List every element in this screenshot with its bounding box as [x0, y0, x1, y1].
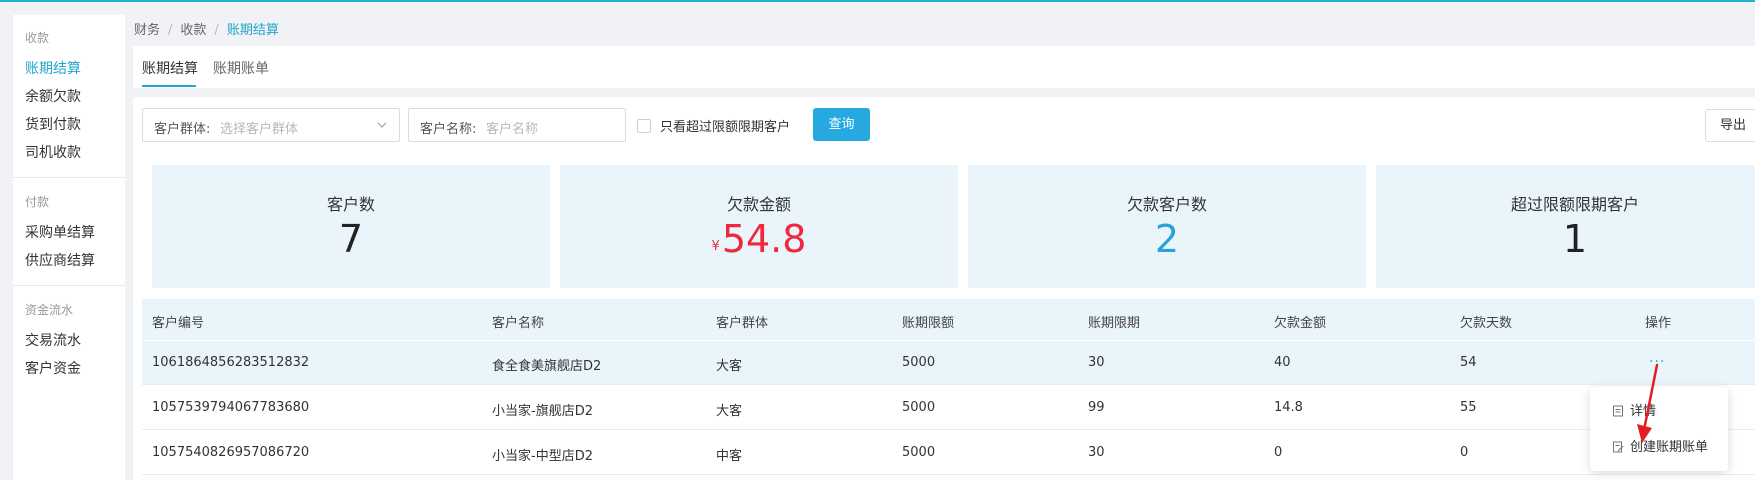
stat-label: 客户数 [326, 195, 375, 214]
col-credit-limit: 账期限额 [902, 316, 955, 331]
sidebar-divider [13, 285, 125, 286]
col-customer-id: 客户编号 [152, 316, 205, 331]
table-row[interactable]: 1061864856283512832 食全食美旗舰店D2 大客 5000 30… [142, 341, 1755, 385]
stat-label: 欠款金额 [726, 195, 791, 214]
stat-value-debt: ¥54.8 [560, 217, 958, 261]
cell-customer-group: 大客 [716, 404, 743, 419]
top-accent-line [0, 0, 1755, 2]
breadcrumb-finance[interactable]: 财务 [134, 23, 160, 38]
only-over-limit-checkbox[interactable] [637, 119, 651, 133]
cell-customer-name: 小当家-中型店D2 [492, 449, 593, 464]
cell-credit-period: 30 [1088, 445, 1105, 460]
document-icon [1613, 405, 1623, 417]
customer-name-input[interactable]: 客户名称: 客户名称 [408, 108, 626, 142]
customer-name-placeholder: 客户名称 [486, 122, 539, 137]
sidebar-group-title-receive: 收款 [25, 31, 50, 45]
sidebar-item-supplier-settlement[interactable]: 供应商结算 [25, 250, 95, 270]
cell-debt-amount: 14.8 [1274, 400, 1303, 415]
cell-debt-days: 0 [1460, 445, 1469, 460]
col-credit-period: 账期限期 [1088, 316, 1141, 331]
cell-debt-days: 54 [1460, 355, 1477, 370]
cell-credit-period: 99 [1088, 400, 1105, 415]
edit-document-icon [1613, 441, 1624, 453]
cell-debt-days: 55 [1460, 400, 1477, 415]
sidebar-group-title-cashflow: 资金流水 [25, 303, 74, 317]
sidebar-item-driver-collection[interactable]: 司机收款 [25, 142, 81, 162]
cell-debt-amount: 0 [1274, 445, 1283, 460]
cell-credit-limit: 5000 [902, 445, 936, 460]
sidebar-item-purchase-settlement[interactable]: 采购单结算 [25, 222, 95, 242]
cell-customer-group: 大客 [716, 359, 743, 374]
tab-bar: 账期结算 账期账单 [133, 46, 1755, 88]
stat-value: 2 [1154, 217, 1180, 261]
stat-value: 7 [338, 217, 364, 261]
breadcrumb-separator: / [214, 23, 219, 38]
sidebar-item-balance-debt[interactable]: 余额欠款 [25, 86, 81, 106]
only-over-limit-label[interactable]: 只看超过限额限期客户 [660, 116, 790, 135]
tab-period-bills[interactable]: 账期账单 [213, 58, 269, 78]
col-customer-group: 客户群体 [716, 316, 769, 331]
cell-customer-id: 1057539794067783680 [152, 400, 310, 415]
table-row[interactable]: 1057539794067783680 小当家-旗舰店D2 大客 5000 99… [142, 386, 1755, 430]
cell-customer-name: 小当家-旗舰店D2 [492, 404, 593, 419]
tab-period-settlement[interactable]: 账期结算 [142, 58, 198, 78]
sidebar-item-period-settlement[interactable]: 账期结算 [25, 58, 81, 78]
col-debt-amount: 欠款金额 [1274, 316, 1327, 331]
red-arrow-annotation-icon [1637, 363, 1659, 443]
stat-card-over-limit: 超过限额限期客户 1 [1376, 165, 1755, 288]
active-tab-indicator [142, 85, 196, 87]
col-debt-days: 欠款天数 [1460, 316, 1513, 331]
breadcrumb-receive[interactable]: 收款 [180, 23, 206, 38]
col-customer-name: 客户名称 [492, 316, 545, 331]
breadcrumb: 财务 / 收款 / 账期结算 [134, 19, 279, 38]
customer-group-placeholder: 选择客户群体 [220, 122, 299, 137]
export-button[interactable]: 导出 [1705, 109, 1755, 142]
sidebar-item-cash-on-delivery[interactable]: 货到付款 [25, 114, 81, 134]
sidebar-item-customer-funds[interactable]: 客户资金 [25, 358, 81, 378]
cell-debt-amount: 40 [1274, 355, 1291, 370]
stat-label: 超过限额限期客户 [1510, 195, 1639, 214]
cell-customer-id: 1061864856283512832 [152, 355, 310, 370]
cell-credit-limit: 5000 [902, 355, 936, 370]
cell-credit-limit: 5000 [902, 400, 936, 415]
cell-customer-id: 1057540826957086720 [152, 445, 310, 460]
currency-symbol: ¥ [711, 239, 720, 254]
cell-customer-name: 食全食美旗舰店D2 [492, 359, 602, 374]
stat-value: 1 [1562, 217, 1588, 261]
sidebar-item-transactions[interactable]: 交易流水 [25, 330, 81, 350]
query-button[interactable]: 查询 [813, 108, 870, 141]
customer-group-select[interactable]: 客户群体: 选择客户群体 [142, 108, 400, 142]
stat-card-customers: 客户数 7 [152, 165, 550, 288]
sidebar-group-title-pay: 付款 [25, 195, 50, 209]
cell-credit-period: 30 [1088, 355, 1105, 370]
sidebar: 收款 账期结算 余额欠款 货到付款 司机收款 付款 采购单结算 供应商结算 资金… [13, 15, 125, 480]
customer-name-label: 客户名称: [420, 122, 477, 137]
stat-card-debt-amount: 欠款金额 ¥54.8 [560, 165, 958, 288]
customer-group-label: 客户群体: [154, 122, 211, 137]
col-actions: 操作 [1645, 316, 1672, 331]
table-header: 客户编号 客户名称 客户群体 账期限额 账期限期 欠款金额 欠款天数 操作 [142, 299, 1755, 340]
stat-value: 54.8 [721, 217, 807, 261]
stat-card-debt-customers: 欠款客户数 2 [968, 165, 1366, 288]
breadcrumb-separator: / [168, 23, 173, 38]
chevron-down-icon [377, 122, 387, 128]
stat-label: 欠款客户数 [1126, 195, 1207, 214]
sidebar-divider [13, 177, 125, 178]
breadcrumb-current: 账期结算 [226, 23, 279, 38]
table-row[interactable]: 1057540826957086720 小当家-中型店D2 中客 5000 30… [142, 431, 1755, 475]
cell-customer-group: 中客 [716, 449, 743, 464]
